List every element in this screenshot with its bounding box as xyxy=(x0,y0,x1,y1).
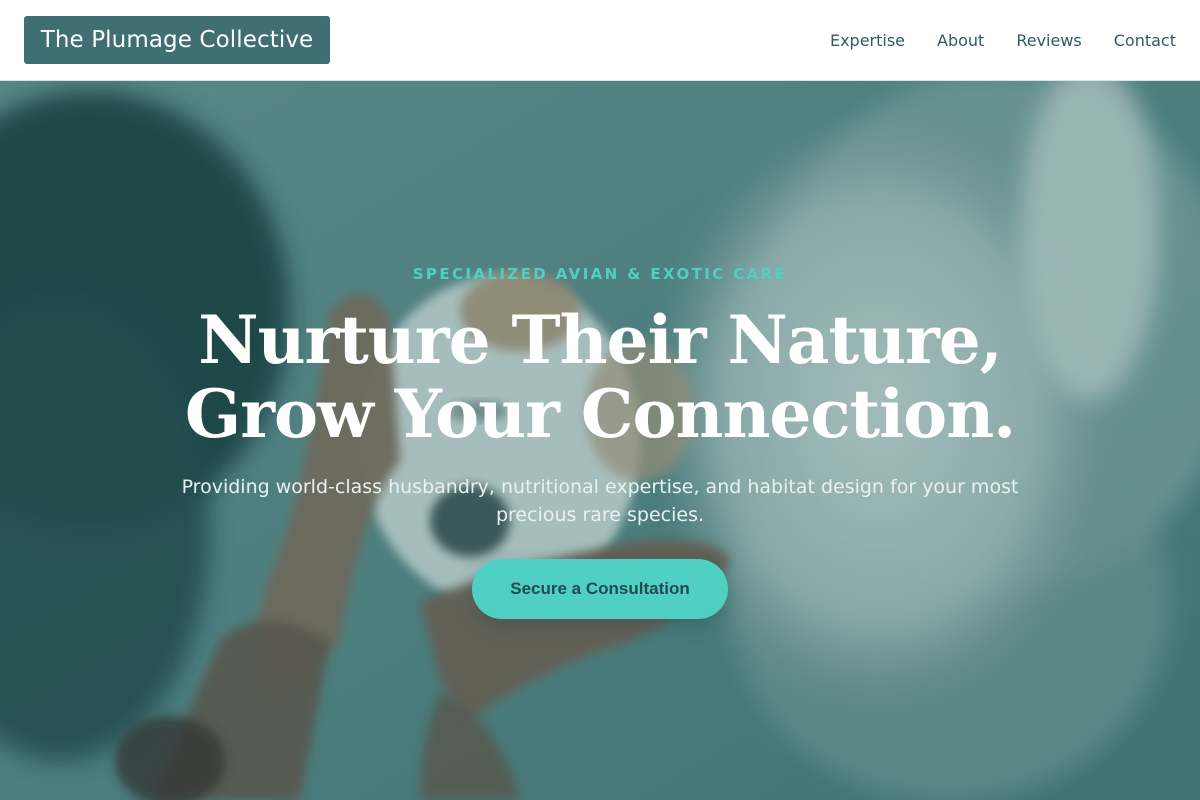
nav-link-contact[interactable]: Contact xyxy=(1114,31,1176,50)
hero-section: SPECIALIZED AVIAN & EXOTIC CARE Nurture … xyxy=(0,81,1200,800)
nav-link-expertise[interactable]: Expertise xyxy=(830,31,905,50)
brand-logo[interactable]: The Plumage Collective xyxy=(24,16,330,64)
hero-subtitle: Providing world-class husbandry, nutriti… xyxy=(181,476,1019,526)
main-nav: Expertise About Reviews Contact xyxy=(830,0,1176,80)
hero-eyebrow: SPECIALIZED AVIAN & EXOTIC CARE xyxy=(412,265,788,283)
secure-consultation-button[interactable]: Secure a Consultation xyxy=(472,559,728,619)
hero-title-line-1: Nurture Their Nature, xyxy=(198,301,1003,379)
hero-title-line-2: Grow Your Connection. xyxy=(184,375,1016,453)
hero-content: SPECIALIZED AVIAN & EXOTIC CARE Nurture … xyxy=(0,81,1200,800)
site-header: The Plumage Collective Expertise About R… xyxy=(0,0,1200,81)
hero-title: Nurture Their Nature, Grow Your Connecti… xyxy=(0,303,1200,451)
nav-link-reviews[interactable]: Reviews xyxy=(1016,31,1081,50)
nav-link-about[interactable]: About xyxy=(937,31,984,50)
